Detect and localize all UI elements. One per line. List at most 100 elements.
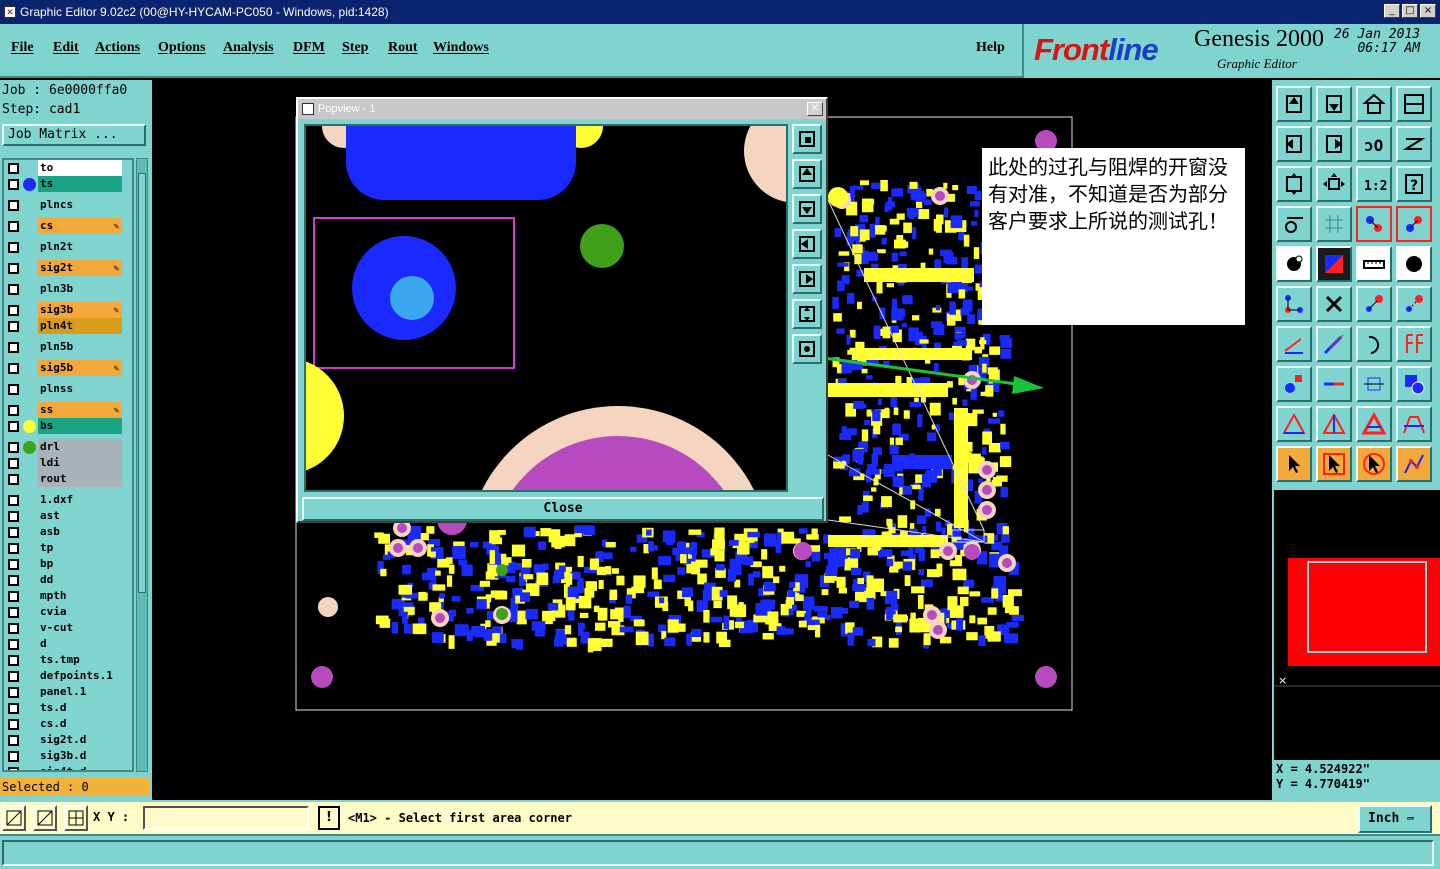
- layer-checkbox[interactable]: [8, 655, 19, 666]
- layer-row-bs[interactable]: bs: [4, 418, 132, 434]
- layer-checkbox[interactable]: [8, 384, 19, 395]
- redraw-tool-button[interactable]: [1396, 126, 1432, 162]
- job-matrix-button[interactable]: Job Matrix ...: [2, 124, 146, 146]
- right-tool-button[interactable]: [1316, 126, 1352, 162]
- layer-checkbox[interactable]: [8, 163, 19, 174]
- layer-checkbox[interactable]: [8, 421, 19, 432]
- layer-label[interactable]: ss ✎: [38, 402, 122, 418]
- layer-checkbox[interactable]: [8, 671, 19, 682]
- snap-tool-button[interactable]: [1276, 366, 1312, 402]
- layer-label[interactable]: bs: [38, 418, 122, 434]
- popview-tool-1[interactable]: [792, 124, 822, 154]
- grid-snap-button[interactable]: [64, 805, 88, 831]
- layer-checkbox[interactable]: [8, 591, 19, 602]
- surface-tool-button[interactable]: [1316, 246, 1352, 282]
- layer-label[interactable]: pln2t: [38, 239, 122, 255]
- layer-label[interactable]: sig5b ✎: [38, 360, 122, 376]
- layer-row-ss[interactable]: ss ✎: [4, 402, 132, 418]
- close-window-button[interactable]: ×: [1420, 4, 1436, 18]
- layer-checkbox[interactable]: [8, 719, 19, 730]
- layer-row-cs-d[interactable]: cs.d: [4, 716, 132, 732]
- unit-selector[interactable]: Inch ═: [1358, 805, 1432, 833]
- layer-checkbox[interactable]: [8, 767, 19, 770]
- xy-input[interactable]: [143, 806, 309, 830]
- layer-label[interactable]: sig2t ✎: [38, 260, 122, 276]
- layer-color-dot[interactable]: [23, 441, 36, 454]
- scrollbar-thumb[interactable]: [138, 173, 146, 593]
- layer-row-sig3b-d[interactable]: sig3b.d: [4, 748, 132, 764]
- layer-checkbox[interactable]: [8, 703, 19, 714]
- settings-tool-button[interactable]: [1276, 206, 1312, 242]
- layer-checkbox[interactable]: [8, 623, 19, 634]
- layer-row-asb[interactable]: asb: [4, 524, 132, 540]
- layer-row-panel-1[interactable]: panel.1: [4, 684, 132, 700]
- home-tool-button[interactable]: [1356, 86, 1392, 122]
- layer-row-dd[interactable]: dd: [4, 572, 132, 588]
- popview-tool-center[interactable]: [792, 334, 822, 364]
- layer-row-sig2t-d[interactable]: sig2t.d: [4, 732, 132, 748]
- circle-tool-button[interactable]: [1396, 246, 1432, 282]
- layer-label[interactable]: ast: [38, 508, 122, 524]
- layer-checkbox[interactable]: [8, 305, 19, 316]
- layer-label[interactable]: defpoints.1: [38, 668, 122, 684]
- layer-checkbox[interactable]: [8, 342, 19, 353]
- minimize-button[interactable]: _: [1384, 4, 1400, 18]
- layer-label[interactable]: panel.1: [38, 684, 122, 700]
- layer-label[interactable]: tp: [38, 540, 122, 556]
- layer-checkbox[interactable]: [8, 527, 19, 538]
- popview-canvas[interactable]: [304, 124, 788, 492]
- layer-label[interactable]: asb: [38, 524, 122, 540]
- layer-checkbox[interactable]: [8, 687, 19, 698]
- layer-row-1-dxf[interactable]: 1.dxf: [4, 492, 132, 508]
- layer-row-rout[interactable]: rout: [4, 471, 132, 487]
- layer-checkbox[interactable]: [8, 559, 19, 570]
- layer-label[interactable]: ts: [38, 176, 122, 192]
- mirror-tool-button[interactable]: [1396, 326, 1432, 362]
- layer-row-sig2t[interactable]: sig2t ✎: [4, 260, 132, 276]
- layer-row-mpth[interactable]: mpth: [4, 588, 132, 604]
- layer-row-to[interactable]: to: [4, 160, 132, 176]
- snap-mode-button[interactable]: [2, 805, 26, 831]
- menu-edit[interactable]: Edit: [53, 40, 79, 56]
- triangle4-tool-button[interactable]: [1396, 406, 1432, 442]
- layer-label[interactable]: pln4t: [38, 318, 122, 334]
- layer-row-ts-d[interactable]: ts.d: [4, 700, 132, 716]
- layer-checkbox[interactable]: [8, 200, 19, 211]
- layer-row-plncs[interactable]: plncs: [4, 197, 132, 213]
- center-tool-button[interactable]: [1316, 166, 1352, 202]
- layer-label[interactable]: v-cut: [38, 620, 122, 636]
- popview-tool-fit[interactable]: [792, 299, 822, 329]
- layer-row-pln2t[interactable]: pln2t: [4, 239, 132, 255]
- popview-tool-up[interactable]: [792, 159, 822, 189]
- layer-row-v-cut[interactable]: v-cut: [4, 620, 132, 636]
- ruler-tool-button[interactable]: [1356, 246, 1392, 282]
- layer-row-bp[interactable]: bp: [4, 556, 132, 572]
- pad-tool-button[interactable]: [1276, 246, 1312, 282]
- layer-row-defpoints-1[interactable]: defpoints.1: [4, 668, 132, 684]
- layer-checkbox[interactable]: [8, 735, 19, 746]
- layer-checkbox[interactable]: [8, 263, 19, 274]
- layer-checkbox[interactable]: [8, 284, 19, 295]
- layer-label[interactable]: cs ✎: [38, 218, 122, 234]
- layer-label[interactable]: bp: [38, 556, 122, 572]
- layer-label[interactable]: rout: [38, 471, 122, 487]
- layer-label[interactable]: pln5b: [38, 339, 122, 355]
- select2-tool-button[interactable]: [1316, 446, 1352, 482]
- layer-row-pln4t[interactable]: pln4t: [4, 318, 132, 334]
- menu-options[interactable]: Options: [158, 40, 205, 56]
- layer-row-ldi[interactable]: ldi: [4, 455, 132, 471]
- layer-label[interactable]: sig3b.d: [38, 748, 122, 764]
- layer-checkbox[interactable]: [8, 242, 19, 253]
- layer-row-drl[interactable]: drl: [4, 439, 132, 455]
- minimap[interactable]: ×: [1272, 490, 1440, 760]
- layer-row-d[interactable]: d: [4, 636, 132, 652]
- popview-zoomed-view[interactable]: [306, 126, 786, 490]
- popview-close-button[interactable]: Close: [302, 497, 824, 521]
- maximize-button[interactable]: □: [1402, 4, 1418, 18]
- triangle-tool-button[interactable]: [1276, 406, 1312, 442]
- popview-tool-left[interactable]: [792, 229, 822, 259]
- bottom-tool-button[interactable]: [1316, 86, 1352, 122]
- layer-checkbox[interactable]: [8, 511, 19, 522]
- pen-tool-button[interactable]: [1316, 326, 1352, 362]
- layer-checkbox[interactable]: [8, 474, 19, 485]
